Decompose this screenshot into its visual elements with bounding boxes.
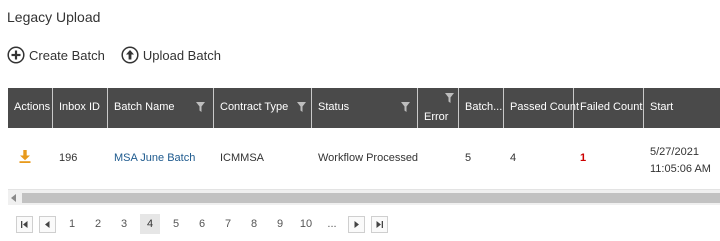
col-passed-count-label: Passed Count <box>510 101 580 113</box>
page-ellipsis[interactable]: ... <box>322 214 342 234</box>
next-page-button[interactable] <box>348 215 365 233</box>
col-actions[interactable]: Actions <box>8 88 53 128</box>
col-error[interactable]: Error <box>418 88 459 128</box>
cell-passed-count: 4 <box>504 128 574 189</box>
col-start[interactable]: Start <box>644 88 720 128</box>
grid-header: Actions Inbox ID Batch Name Contract Typ… <box>8 88 720 128</box>
first-page-icon <box>21 220 28 228</box>
col-contract-type[interactable]: Contract Type <box>214 88 312 128</box>
col-batch-name[interactable]: Batch Name <box>108 88 214 128</box>
upload-batch-button[interactable]: Upload Batch <box>121 46 221 64</box>
page-1[interactable]: 1 <box>62 214 82 234</box>
prev-page-icon <box>45 220 50 228</box>
page-8[interactable]: 8 <box>244 214 264 234</box>
page-4-current[interactable]: 4 <box>140 214 160 234</box>
passed-count-value: 4 <box>510 152 517 164</box>
last-page-button[interactable] <box>371 215 388 233</box>
start-value: 5/27/2021 11:05:06 AM <box>650 144 711 178</box>
col-error-label: Error <box>424 111 449 123</box>
col-inbox-id[interactable]: Inbox ID <box>53 88 108 128</box>
page-10[interactable]: 10 <box>296 214 316 234</box>
start-date: 5/27/2021 <box>650 146 699 158</box>
upload-batch-label: Upload Batch <box>142 47 221 63</box>
batch-name-link[interactable]: MSA June Batch <box>114 152 195 164</box>
batch-grid: Actions Inbox ID Batch Name Contract Typ… <box>8 88 720 205</box>
filter-icon[interactable] <box>401 102 410 112</box>
batch-value: 5 <box>465 152 472 164</box>
page-5[interactable]: 5 <box>166 214 186 234</box>
filter-icon[interactable] <box>297 102 306 112</box>
cell-status: Workflow Processed <box>312 128 418 189</box>
col-failed-count-label: Failed Count <box>580 101 643 113</box>
cell-failed-count: 1 <box>574 128 644 189</box>
next-page-icon <box>354 220 359 228</box>
filter-icon[interactable] <box>196 102 205 112</box>
page-9[interactable]: 9 <box>270 214 290 234</box>
cell-batch: 5 <box>459 128 504 189</box>
scroll-left-icon[interactable] <box>11 194 16 202</box>
col-inbox-id-label: Inbox ID <box>59 101 100 113</box>
create-batch-label: Create Batch <box>29 47 105 63</box>
download-icon[interactable] <box>19 150 31 163</box>
table-row: 196 MSA June Batch ICMMSA Workflow Proce… <box>8 128 720 189</box>
filter-icon[interactable] <box>445 93 454 103</box>
upload-circle-icon <box>121 46 139 64</box>
col-batch-label: Batch... <box>465 101 503 113</box>
toolbar: Create Batch Upload Batch <box>7 45 237 65</box>
cell-actions <box>8 128 53 189</box>
col-batch-name-label: Batch Name <box>114 101 175 113</box>
page-3[interactable]: 3 <box>114 214 134 234</box>
create-batch-button[interactable]: Create Batch <box>7 46 105 64</box>
last-page-icon <box>376 220 383 228</box>
cell-error <box>418 128 459 189</box>
cell-batch-name: MSA June Batch <box>108 128 214 189</box>
col-actions-label: Actions <box>14 101 51 113</box>
status-value: Workflow Processed <box>318 152 419 164</box>
col-contract-type-label: Contract Type <box>220 101 289 113</box>
page-6[interactable]: 6 <box>192 214 212 234</box>
inbox-id-value: 196 <box>59 152 78 164</box>
col-batch[interactable]: Batch... <box>459 88 504 128</box>
col-failed-count[interactable]: Failed Count <box>574 88 644 128</box>
col-status-label: Status <box>318 101 350 113</box>
page-7[interactable]: 7 <box>218 214 238 234</box>
first-page-button[interactable] <box>16 215 33 233</box>
plus-circle-icon <box>7 46 25 64</box>
prev-page-button[interactable] <box>39 215 56 233</box>
failed-count-value: 1 <box>580 152 587 164</box>
contract-type-value: ICMMSA <box>220 152 264 164</box>
col-status[interactable]: Status <box>312 88 418 128</box>
col-passed-count[interactable]: Passed Count <box>504 88 579 128</box>
start-time: 11:05:06 AM <box>650 163 711 175</box>
cell-start: 5/27/2021 11:05:06 AM <box>644 128 720 189</box>
cell-contract-type: ICMMSA <box>214 128 312 189</box>
scrollbar-thumb[interactable] <box>22 193 720 203</box>
pager: 1 2 3 4 5 6 7 8 9 10 ... <box>16 214 394 234</box>
col-start-label: Start <box>650 101 674 113</box>
page-2[interactable]: 2 <box>88 214 108 234</box>
horizontal-scrollbar[interactable] <box>8 189 720 205</box>
page-title: Legacy Upload <box>7 9 101 25</box>
cell-inbox-id: 196 <box>53 128 108 189</box>
